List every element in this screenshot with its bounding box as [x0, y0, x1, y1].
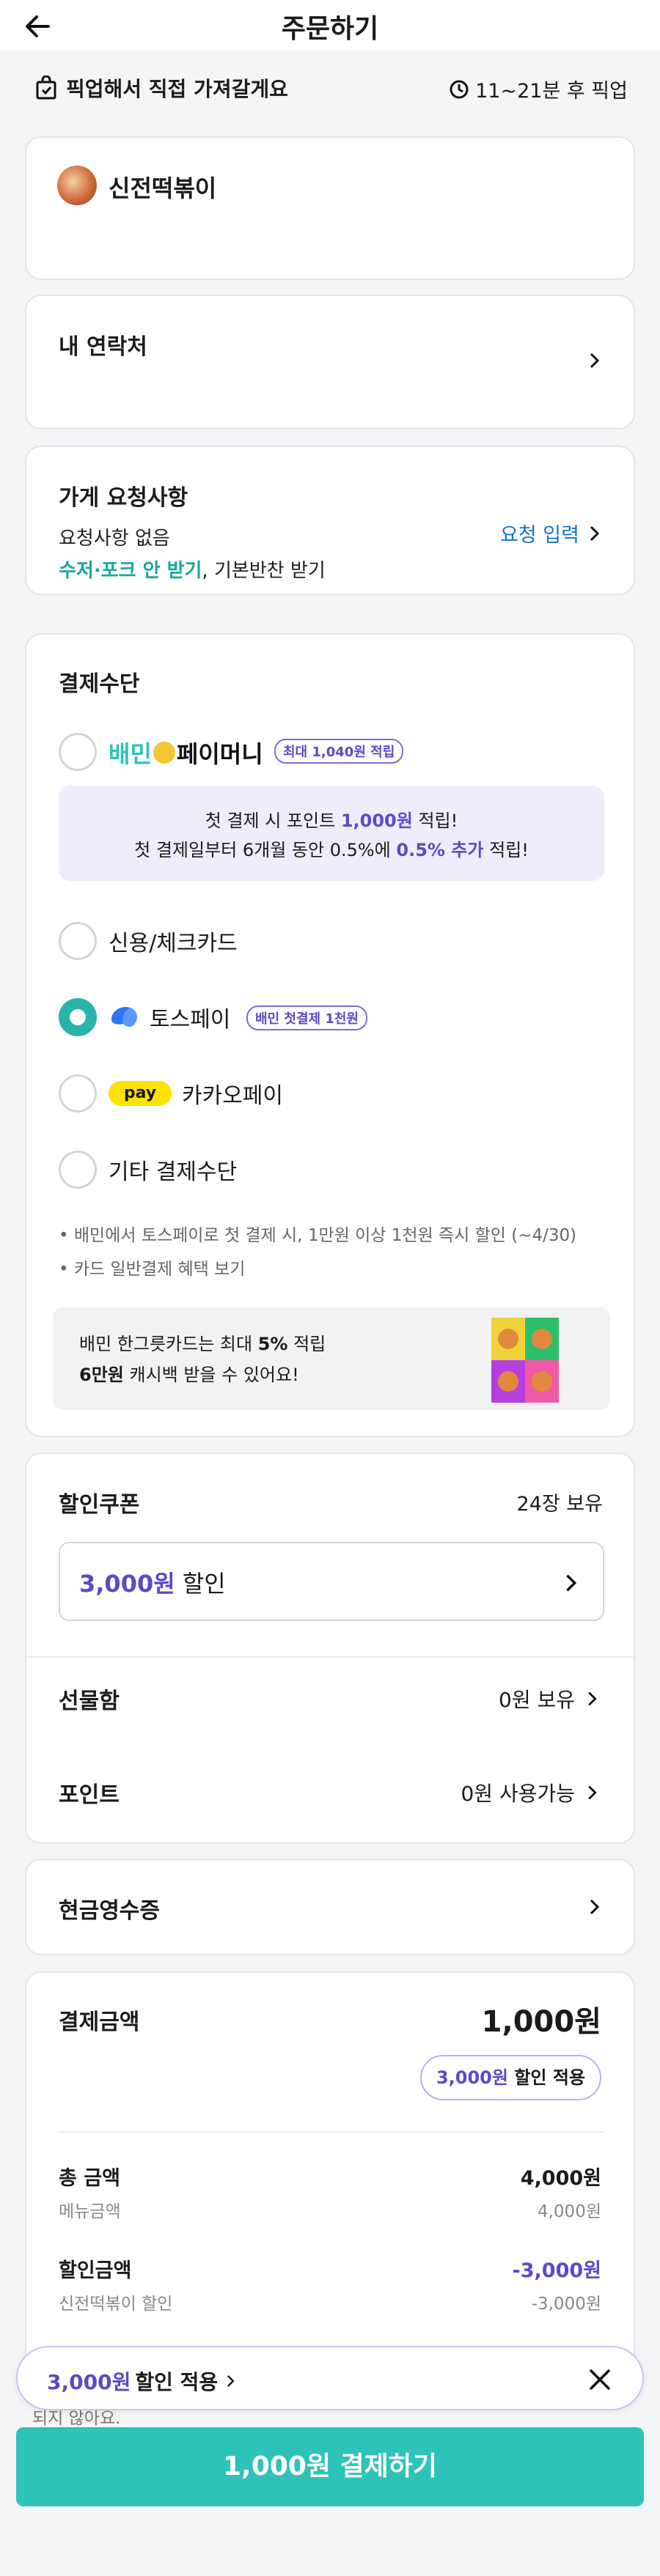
side-dish-option: , 기본반찬 받기: [202, 560, 326, 582]
no-utensils-option: 수저·포크 안 받기: [59, 560, 202, 582]
payment-method-card: 결제수단 배민 페이머니 최대 1,040원 적립 첫 결제 시 포인트 1,0…: [25, 633, 635, 1437]
baemin-pay-logo: 배민 페이머니: [109, 740, 263, 768]
cash-receipt-title: 현금영수증: [59, 1898, 160, 1924]
store-discount-value: -3,000원: [531, 2295, 601, 2314]
divider: [26, 1656, 634, 1658]
amount-total: 1,000원: [481, 2005, 601, 2039]
banner-line-1: 배민 한그릇카드는 최대 5% 적립: [79, 1334, 326, 1354]
header: 주문하기: [0, 0, 660, 51]
shopping-bag-icon: [36, 75, 56, 100]
request-input-label: 요청 입력: [500, 524, 579, 547]
floating-discount-bar[interactable]: 3,000원 할인 적용: [16, 2346, 644, 2410]
banner-line-2: 6만원 캐시백 받을 수 있어요!: [79, 1365, 299, 1385]
menu-price-value: 4,000원: [537, 2202, 601, 2221]
request-title: 가게 요청사항: [59, 485, 188, 511]
cash-receipt-card[interactable]: 현금영수증: [25, 1859, 635, 1955]
baemin-pay-badge: 최대 1,040원 적립: [274, 739, 404, 764]
store-name: 신전떡볶이: [109, 174, 217, 202]
toss-pay-radio[interactable]: [59, 998, 97, 1036]
request-options: 수저·포크 안 받기, 기본반찬 받기: [59, 556, 326, 583]
toss-promo-note: • 배민에서 토스페이로 첫 결제 시, 1만원 이상 1천원 즉시 할인 (~…: [59, 1226, 577, 1245]
pickup-label: 픽업해서 직접 가져갈게요: [66, 77, 288, 101]
floating-discount-label[interactable]: 3,000원 할인 적용: [47, 2366, 238, 2396]
kakao-pay-logo: pay: [109, 1081, 172, 1106]
store-logo: [57, 166, 97, 205]
coupon-count: 24장 보유: [516, 1493, 603, 1516]
payment-title: 결제수단: [59, 671, 140, 697]
sum-value: 4,000원: [520, 2167, 601, 2190]
coupon-select-button[interactable]: 3,000원 할인: [59, 1542, 604, 1621]
gift-title: 선물함: [59, 1689, 120, 1714]
baemin-pay-radio[interactable]: [59, 733, 97, 771]
amount-title: 결제금액: [59, 2009, 140, 2035]
clock-icon: [450, 80, 469, 98]
gift-row[interactable]: 0원 보유: [499, 1684, 601, 1713]
point-title: 포인트: [59, 1782, 120, 1808]
chevron-right-icon[interactable]: [584, 350, 604, 371]
discount-value: -3,000원: [512, 2259, 601, 2282]
gift-value: 0원 보유: [499, 1688, 575, 1712]
kakao-pay-radio[interactable]: [59, 1074, 97, 1112]
card-promo-banner[interactable]: 배민 한그릇카드는 최대 5% 적립 6만원 캐시백 받을 수 있어요!: [53, 1307, 610, 1410]
divider: [59, 2131, 604, 2133]
toss-logo-icon: [111, 1006, 137, 1027]
other-pay-label: 기타 결제수단: [109, 1159, 238, 1185]
point-row[interactable]: 0원 사용가능: [461, 1778, 601, 1807]
sum-label: 총 금액: [59, 2167, 120, 2190]
smile-coin-icon: [153, 742, 175, 764]
chevron-right-icon: [566, 1574, 577, 1592]
card-art-image: [491, 1318, 559, 1403]
point-value: 0원 사용가능: [461, 1782, 575, 1806]
request-value: 요청사항 없음: [59, 528, 170, 550]
card-benefit-link[interactable]: • 카드 일반결제 혜택 보기: [59, 1255, 245, 1280]
baemin-pay-promo: 첫 결제 시 포인트 1,000원 적립! 첫 결제일부터 6개월 동안 0.5…: [59, 786, 604, 881]
request-input-link[interactable]: 요청 입력: [500, 519, 604, 547]
store-card: 신전떡볶이: [25, 136, 635, 280]
card-pay-radio[interactable]: [59, 922, 97, 960]
contact-title: 내 연락처: [59, 334, 147, 360]
pickup-bar: 픽업해서 직접 가져갈게요 11~21분 후 픽업: [0, 66, 660, 113]
toss-pay-label: 토스페이: [150, 1007, 231, 1033]
coupon-amount: 3,000원 할인: [79, 1570, 226, 1598]
payment-amount-card: 결제금액 1,000원 3,000원 할인 적용 총 금액 4,000원 메뉴금…: [25, 1971, 635, 2367]
promo-line-1: 첫 결제 시 포인트 1,000원 적립!: [205, 811, 458, 831]
chevron-right-icon: [590, 1899, 600, 1915]
pay-button[interactable]: 1,000원 결제하기: [16, 2427, 644, 2506]
chevron-right-icon: [590, 525, 600, 541]
chevron-right-icon: [227, 2375, 235, 2387]
close-icon[interactable]: [585, 2365, 615, 2394]
menu-price-label: 메뉴금액: [59, 2202, 121, 2221]
kakao-pay-label: 카카오페이: [182, 1083, 283, 1109]
card-pay-label: 신용/체크카드: [109, 931, 238, 956]
applied-discount-badge[interactable]: 3,000원 할인 적용: [419, 2055, 601, 2100]
other-pay-radio[interactable]: [59, 1151, 97, 1189]
contact-card[interactable]: 내 연락처: [25, 295, 635, 429]
toss-pay-badge: 배민 첫결제 1천원: [246, 1005, 367, 1030]
store-discount-label: 신전떡볶이 할인: [59, 2295, 173, 2314]
request-card: 가게 요청사항 요청사항 없음 수저·포크 안 받기, 기본반찬 받기 요청 입…: [25, 446, 635, 595]
discount-card: 할인쿠폰 24장 보유 3,000원 할인 선물함 0원 보유 포인트 0원 사…: [25, 1453, 635, 1844]
chevron-right-icon: [588, 1691, 597, 1706]
discount-label: 할인금액: [59, 2259, 132, 2282]
promo-line-2: 첫 결제일부터 6개월 동안 0.5%에 0.5% 추가 적립!: [134, 840, 529, 860]
coupon-title: 할인쿠폰: [59, 1492, 140, 1518]
pickup-time: 11~21분 후 픽업: [475, 80, 628, 103]
page-title: 주문하기: [281, 14, 379, 44]
chevron-right-icon: [588, 1785, 597, 1800]
